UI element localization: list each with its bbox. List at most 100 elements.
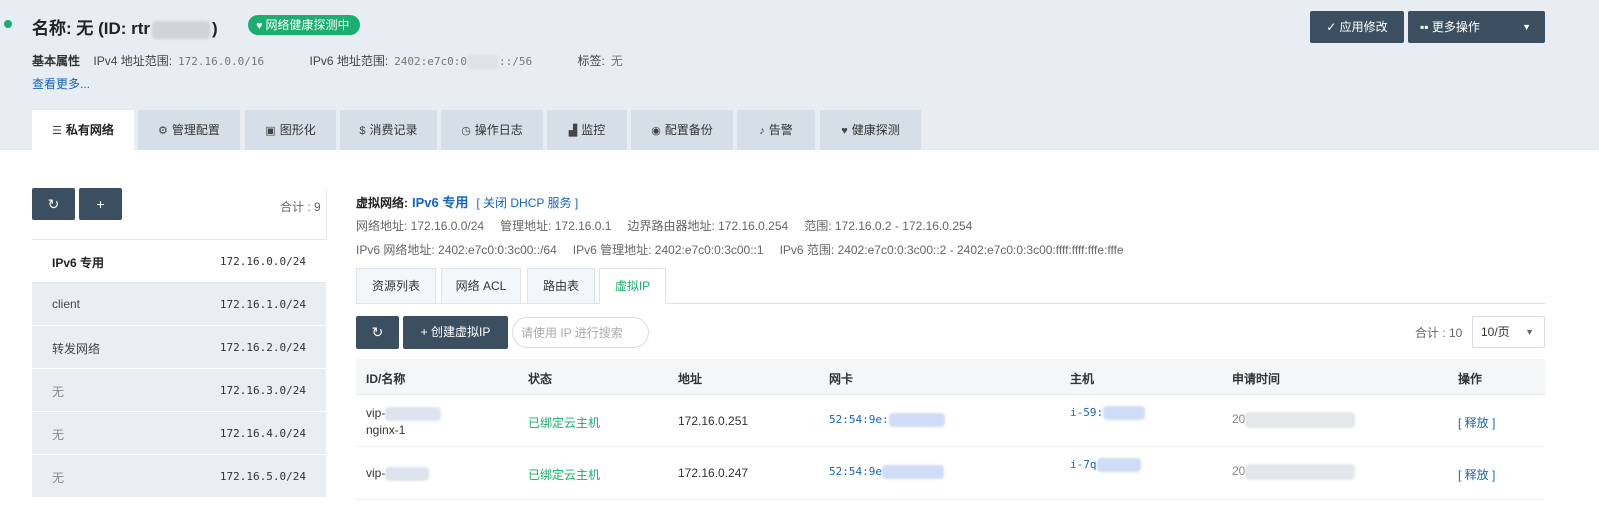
tab-network-acl[interactable]: 网络 ACL [441,268,521,304]
vnet-heading-name: IPv6 专用 [412,195,469,210]
view-more-link[interactable]: 查看更多... [32,75,90,92]
redacted-host [1103,406,1146,420]
attrs-label: 基本属性 [32,54,81,68]
col-address: 地址 [678,372,703,386]
refresh-vip-button[interactable]: ↻ [356,316,399,349]
ipv4-label: IPv4 地址范围: [93,54,173,68]
vnet-cidr: 172.16.4.0/24 [219,427,306,440]
vip-id-prefix: vip- [366,466,386,480]
release-button[interactable]: [ 释放 ] [1458,466,1495,483]
vnet-cidr: 172.16.1.0/24 [219,298,306,311]
vip-nic[interactable]: 52:54:9e [829,465,944,479]
tab-config-backup[interactable]: ◉ 配置备份 [631,110,733,150]
refresh-icon: ↻ [371,324,384,340]
tab-operation-log[interactable]: ◷ 操作日志 [441,110,543,150]
tab-label: 私有网络 [65,123,114,137]
redacted-time [1245,412,1356,428]
vip-total-count: 合计 : 10 [1415,326,1463,340]
list-icon: ☰ [52,125,62,137]
vnet-item[interactable]: 无 172.16.4.0/24 [32,412,326,455]
ipv6-management-address: IPv6 管理地址: 2402:e7c0:0:3c00::1 [572,243,764,257]
address-range: 范围: 172.16.0.2 - 172.16.0.254 [804,219,973,233]
vnet-cidr: 172.16.3.0/24 [219,384,306,397]
tab-health-check[interactable]: ♥ 健康探测 [820,110,921,150]
area-chart-icon: ▟ [568,125,578,137]
vip-address: 172.16.0.251 [678,414,749,428]
vnet-name: 转发网络 [52,342,101,356]
time-prefix: 20 [1232,412,1246,427]
ipv6-value-prefix: 2402:e7c0:0 [394,55,468,68]
vnet-item[interactable]: 无 172.16.3.0/24 [32,369,326,412]
refresh-vnets-button[interactable]: ↻ [32,188,75,220]
tab-route-table[interactable]: 路由表 [527,268,595,304]
ipv6-value-suffix: ::/56 [499,55,533,68]
col-id-name: ID/名称 [366,372,406,386]
ipv6-label: IPv6 地址范围: [309,54,389,68]
add-vnet-button[interactable]: + [79,188,122,220]
vip-name: nginx-1 [366,423,406,437]
vip-host[interactable]: i-7q [1070,458,1141,472]
create-vip-button[interactable]: + 创建虚拟IP [403,316,508,349]
vnet-item[interactable]: IPv6 专用 172.16.0.0/24 [32,240,326,283]
divider [326,188,327,240]
host-id-prefix: i-7q [1070,458,1097,471]
col-nic: 网卡 [829,372,854,386]
vnet-name: 无 [52,428,65,442]
vip-id[interactable]: vip- [366,406,442,421]
vip-id[interactable]: vip- [366,466,430,481]
tab-management-config[interactable]: ⚙ 管理配置 [138,110,240,150]
more-actions-button[interactable]: ▪▪ 更多操作 ▼ [1408,11,1545,43]
vnet-name: client [52,297,81,311]
redacted-mac [888,413,945,427]
tab-private-network[interactable]: ☰ 私有网络 [32,110,134,150]
status-dot [4,20,12,28]
redacted-ipv6 [467,54,500,69]
vnet-cidr: 172.16.2.0/24 [219,341,306,354]
tag-label: 标签: [577,54,605,68]
vnet-item[interactable]: client 172.16.1.0/24 [32,283,326,326]
ip-search-input[interactable] [512,317,649,348]
tab-billing-records[interactable]: $ 消费记录 [340,110,437,150]
table-row: vip- nginx-1 已绑定云主机 172.16.0.251 52:54:9… [356,395,1545,447]
tab-alarms[interactable]: ♪ 告警 [737,110,815,150]
heartbeat-icon: ♥ [841,125,848,137]
vip-id-prefix: vip- [366,406,386,420]
network-address: 网络地址: 172.16.0.0/24 [356,219,485,233]
image-icon: ▣ [265,125,276,137]
vip-table-header: ID/名称 状态 地址 网卡 主机 申请时间 操作 [356,359,1545,395]
vip-apply-time: 20 [1232,464,1356,480]
page-size-select[interactable]: 10/页 ▼ [1472,316,1545,348]
health-status-badge: ♥ 网络健康探测中 [248,15,360,35]
vnet-cidr: 172.16.5.0/24 [219,470,306,483]
basic-attributes: 基本属性 IPv4 地址范围: 172.16.0.0/16 IPv6 地址范围: 2… [32,52,665,69]
more-actions-label: 更多操作 [1431,20,1480,34]
tag-value: 无 [610,54,623,68]
vip-nic[interactable]: 52:54:9e: [829,413,945,427]
vnet-total-count: 合计 : 9 [280,200,321,214]
plus-icon: + [96,196,105,212]
tab-resource-list[interactable]: 资源列表 [356,268,436,304]
tab-label: 操作日志 [474,123,523,137]
host-id-prefix: i-59: [1070,406,1104,419]
bell-icon: ♪ [759,125,765,137]
grid-icon: ▪▪ [1420,20,1432,34]
release-button[interactable]: [ 释放 ] [1458,414,1495,431]
tab-graphical[interactable]: ▣ 图形化 [245,110,336,150]
heartbeat-icon: ♥ [256,20,263,32]
tab-label: 配置备份 [664,123,713,137]
tab-label: 告警 [768,123,793,137]
vip-apply-time: 20 [1232,412,1356,428]
tab-monitoring[interactable]: ▟ 监控 [547,110,627,150]
vnet-item[interactable]: 无 172.16.5.0/24 [32,455,326,498]
redacted-mac [881,465,944,479]
vnet-item[interactable]: 转发网络 172.16.2.0/24 [32,326,326,369]
vip-status: 已绑定云主机 [528,416,601,430]
disable-dhcp-link[interactable]: [ 关闭 DHCP 服务 ] [476,196,578,210]
caret-down-icon: ▼ [1522,22,1531,32]
apply-changes-button[interactable]: ✓ 应用修改 [1310,11,1404,43]
clock-icon: ◷ [461,125,471,137]
tab-virtual-ip[interactable]: 虚拟IP [599,268,666,304]
vip-host[interactable]: i-59: [1070,406,1146,420]
vnet-name: 无 [52,385,65,399]
tab-label: 图形化 [279,123,316,137]
